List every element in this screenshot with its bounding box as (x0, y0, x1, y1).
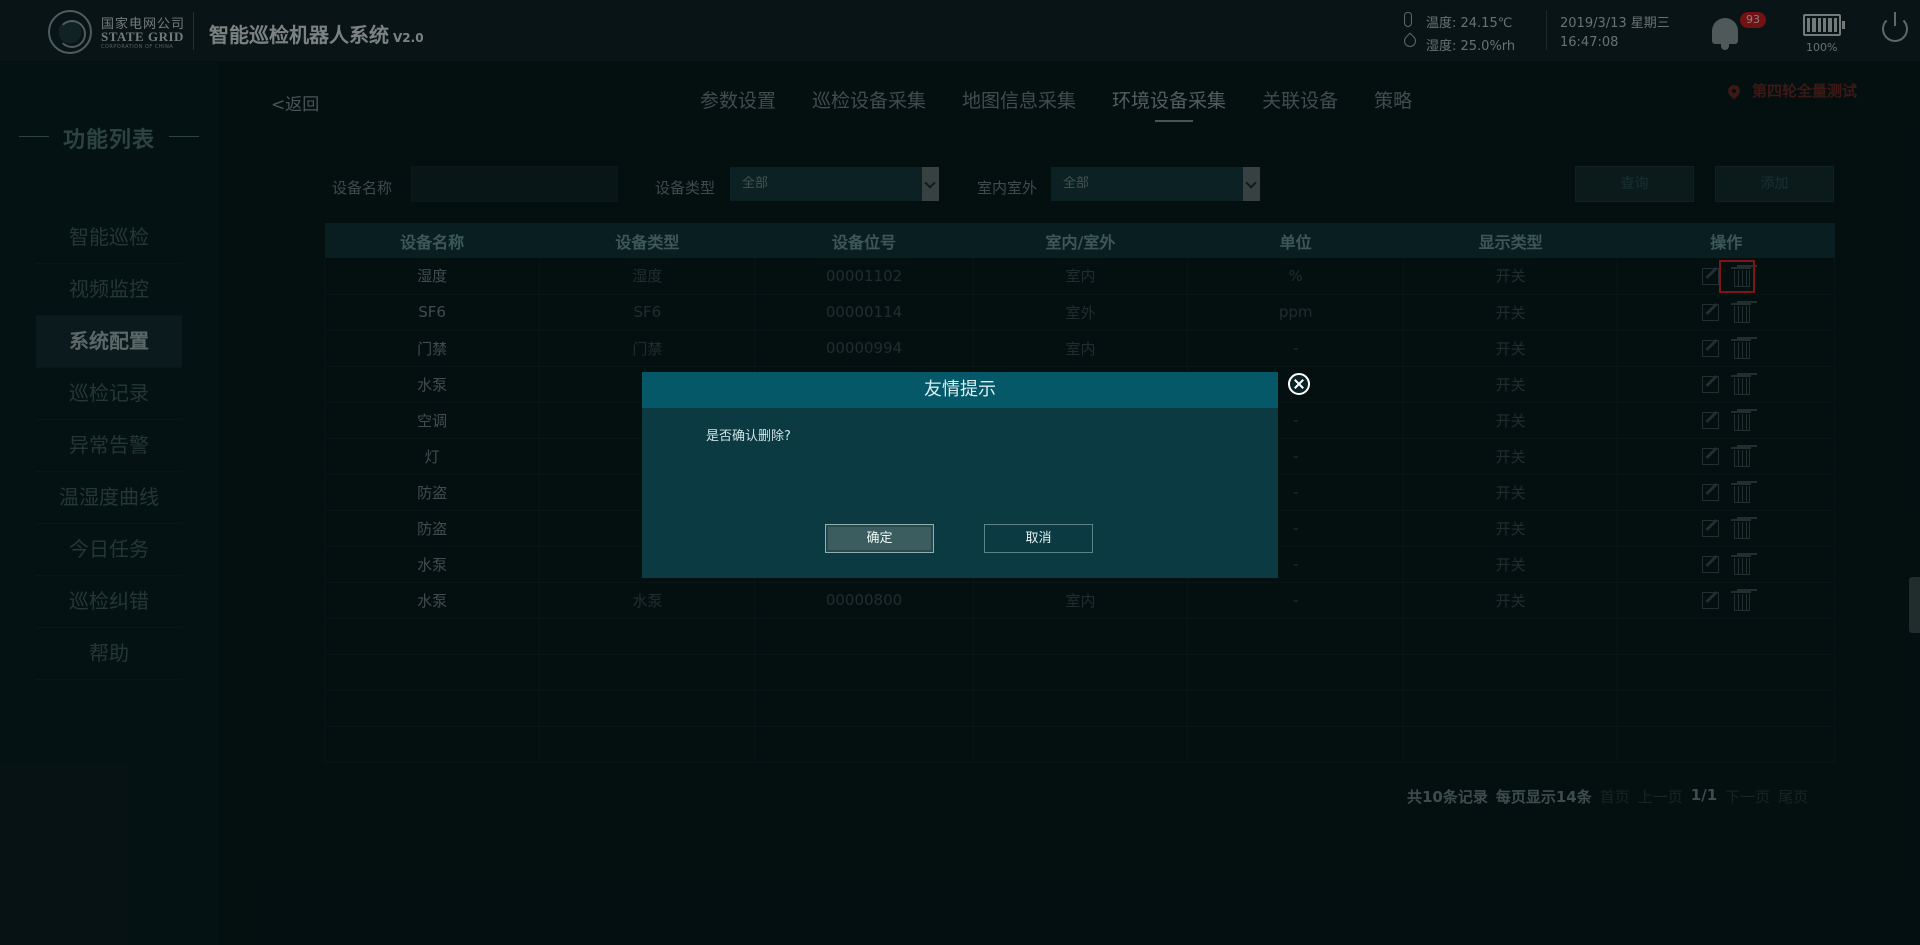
confirm-delete-dialog: 友情提示 是否确认删除? 确定 取消 (642, 372, 1278, 578)
confirm-button[interactable]: 确定 (825, 524, 934, 553)
cancel-button[interactable]: 取消 (984, 524, 1093, 553)
close-icon[interactable] (1288, 373, 1310, 395)
dialog-message: 是否确认删除? (706, 429, 791, 444)
dialog-title: 友情提示 (642, 372, 1278, 408)
